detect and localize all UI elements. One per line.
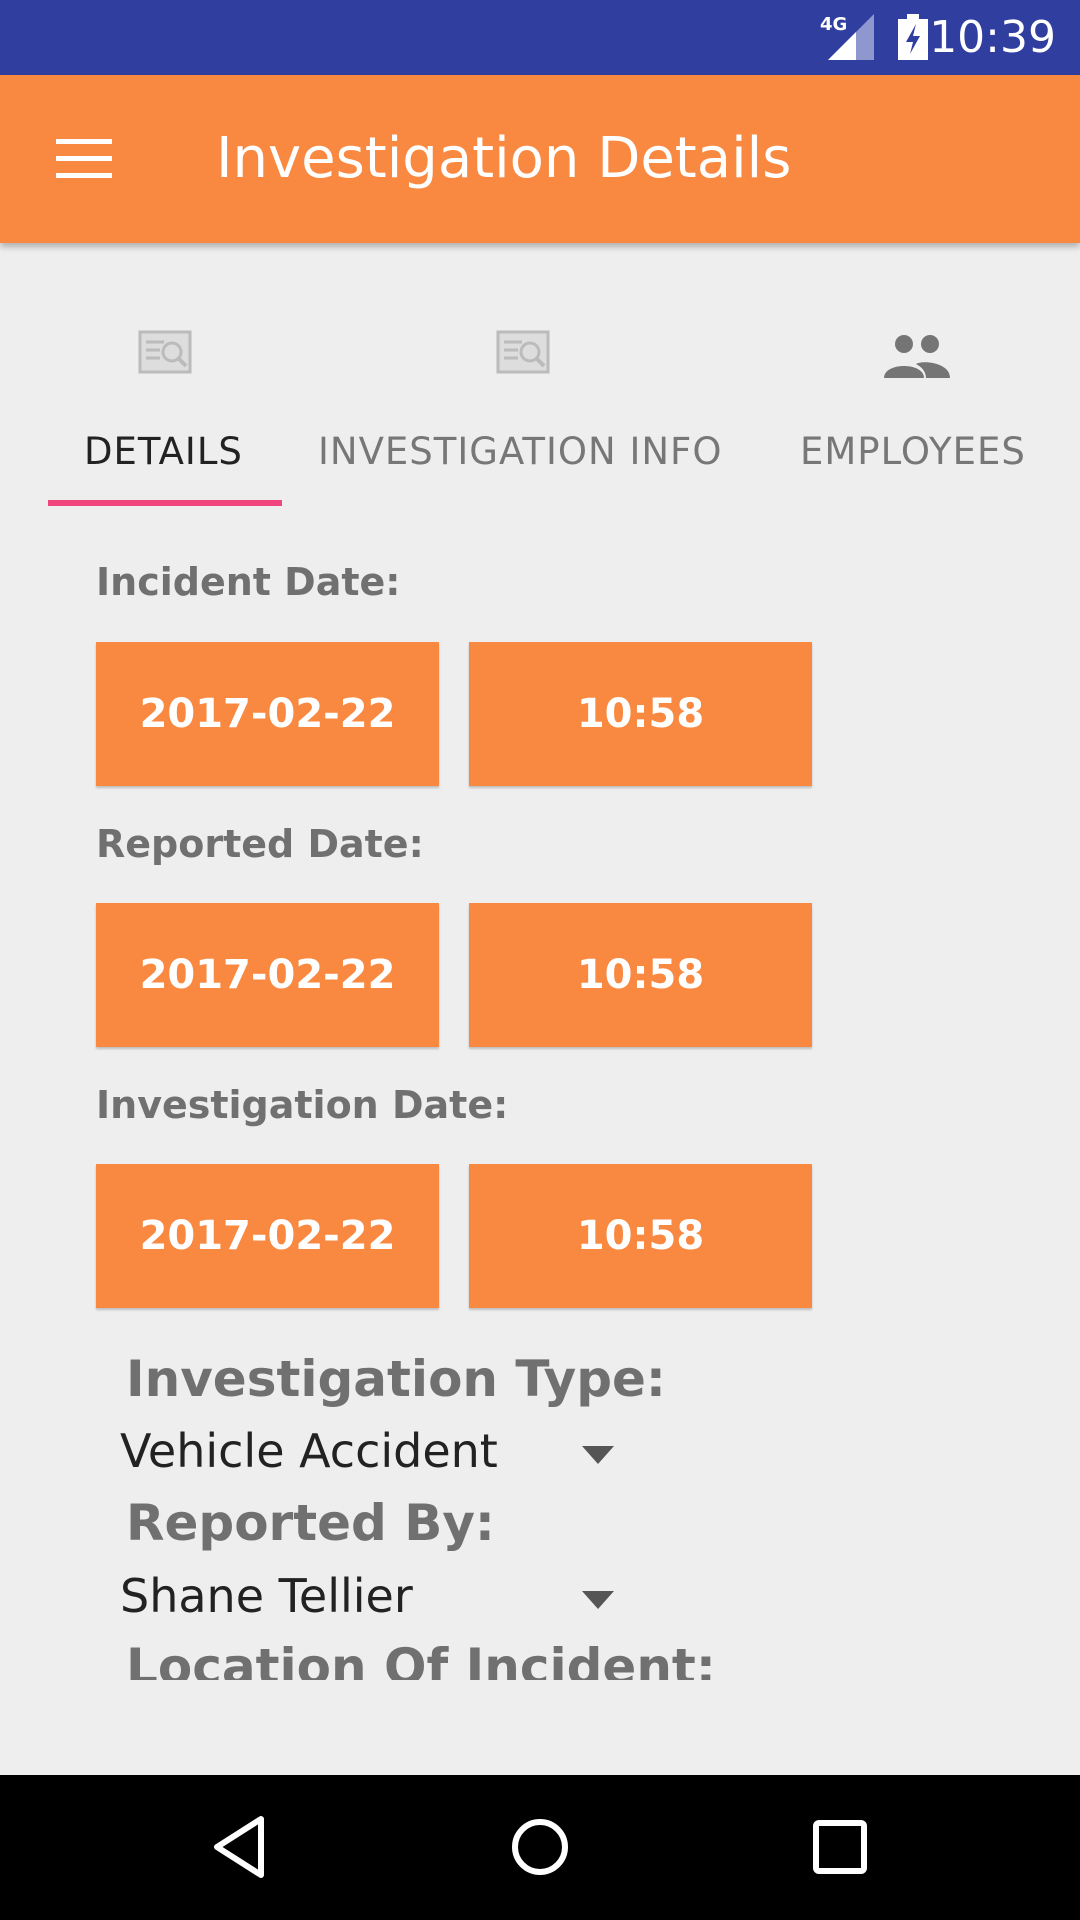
- navigation-bar: [0, 1775, 1080, 1920]
- back-icon[interactable]: [203, 1811, 275, 1883]
- reported-time-button[interactable]: 10:58: [469, 903, 812, 1047]
- reported-by-label: Reported By:: [126, 1494, 495, 1552]
- incident-date-label: Incident Date:: [96, 560, 401, 604]
- home-icon[interactable]: [504, 1811, 576, 1883]
- investigation-type-label: Investigation Type:: [126, 1350, 666, 1408]
- tab-details[interactable]: DETAILS: [48, 300, 282, 510]
- tab-indicator: [48, 500, 282, 506]
- dropdown-arrow-icon: [582, 1446, 614, 1464]
- tab-investigation-info[interactable]: INVESTIGATION INFO: [300, 300, 750, 510]
- investigation-date-button[interactable]: 2017-02-22: [96, 1164, 439, 1308]
- incident-date-button[interactable]: 2017-02-22: [96, 642, 439, 786]
- app-bar: Investigation Details: [0, 75, 1080, 243]
- status-time: 10:39: [929, 12, 1056, 63]
- tab-employees[interactable]: EMPLOYEES: [780, 300, 1080, 510]
- reported-by-dropdown[interactable]: Shane Tellier: [120, 1563, 620, 1633]
- incident-time-button[interactable]: 10:58: [469, 642, 812, 786]
- battery-charging-icon: [898, 14, 928, 60]
- reported-date-button[interactable]: 2017-02-22: [96, 903, 439, 1047]
- reported-by-value: Shane Tellier: [120, 1569, 413, 1623]
- investigation-type-value: Vehicle Accident: [120, 1424, 498, 1478]
- status-bar: 4G 10:39: [0, 0, 1080, 75]
- investigation-date-label: Investigation Date:: [96, 1083, 509, 1127]
- hamburger-menu-icon[interactable]: [56, 139, 112, 179]
- investigation-type-dropdown[interactable]: Vehicle Accident: [120, 1418, 620, 1488]
- reported-date-label: Reported Date:: [96, 822, 424, 866]
- document-search-icon: [496, 330, 550, 374]
- tab-label: DETAILS: [84, 430, 243, 473]
- tab-label: INVESTIGATION INFO: [318, 430, 723, 473]
- dropdown-arrow-icon: [582, 1591, 614, 1609]
- location-of-incident-label: Location Of Incident:: [126, 1638, 716, 1680]
- recents-icon[interactable]: [804, 1811, 876, 1883]
- document-search-icon: [138, 330, 192, 374]
- investigation-time-button[interactable]: 10:58: [469, 1164, 812, 1308]
- form-scroll-area[interactable]: Investigation Type: Vehicle Accident Rep…: [0, 1300, 1080, 1680]
- people-icon: [884, 335, 950, 378]
- tab-label: EMPLOYEES: [800, 430, 1026, 473]
- page-title: Investigation Details: [216, 126, 792, 191]
- cell-signal-icon: [828, 14, 874, 60]
